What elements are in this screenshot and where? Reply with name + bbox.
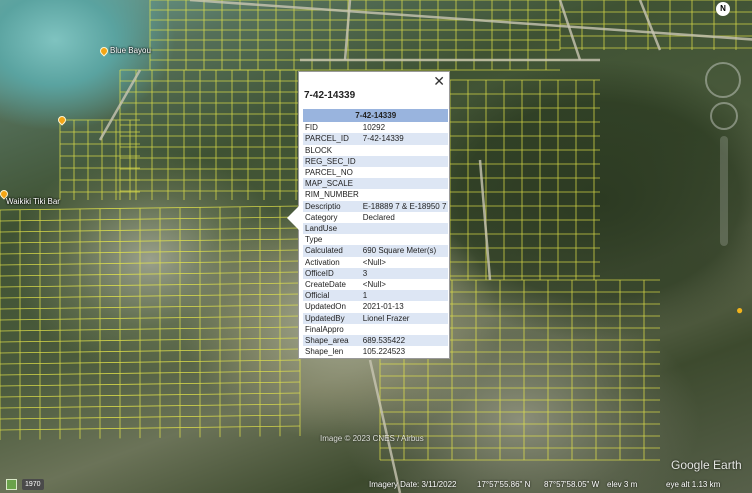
table-row: LandUse: [303, 223, 449, 235]
attribute-value: Declared: [362, 212, 395, 222]
table-row: Type: [303, 234, 448, 245]
table-row: PARCEL_ID 7-42-14339: [303, 133, 449, 145]
attribute-key: FID: [305, 123, 318, 133]
attribute-key: Descriptio: [303, 200, 361, 212]
attribute-value: <Null>: [362, 257, 386, 267]
table-row: Shape_area 689.535422: [303, 335, 449, 347]
table-row: Shape_len 105.224523: [303, 346, 448, 357]
attribute-value: [361, 145, 449, 156]
table-header-row: 7-42-14339: [303, 109, 449, 123]
attribute-value: 105.224523: [362, 347, 406, 357]
attribute-key: FinalAppro: [305, 324, 344, 334]
year-badge[interactable]: 1970: [22, 479, 44, 490]
table-row: MAP_SCALE: [303, 178, 449, 190]
attribute-key: Type: [305, 235, 323, 245]
close-icon[interactable]: ✕: [433, 73, 445, 90]
table-row: BLOCK: [303, 145, 448, 156]
table-row: PARCEL_NO: [303, 167, 448, 178]
attribute-key: Category: [305, 212, 338, 222]
imagery-date: Imagery Date: 3/11/2022: [369, 480, 457, 489]
table-row: CreateDate <Null>: [303, 279, 448, 290]
attribute-key: PARCEL_ID: [303, 133, 361, 145]
attribute-value: [361, 324, 449, 335]
attribute-key: LandUse: [303, 223, 361, 235]
imagery-credit: Image © 2023 CNES / Airbus: [320, 434, 424, 443]
attribute-value: 1: [360, 290, 449, 302]
attribute-value: [360, 155, 449, 168]
table-row: Calculated 690 Square Meter(s): [303, 245, 449, 257]
latitude-readout: 17°57'55.86" N: [477, 480, 531, 489]
compass-north-icon[interactable]: N: [716, 2, 730, 16]
attribute-value: E-18889 7 & E-18950 7: [360, 200, 449, 212]
attribute-key: UpdatedBy: [303, 312, 361, 324]
popup-title: 7-42-14339: [304, 90, 356, 101]
attribute-key: Shape_area: [303, 335, 361, 347]
table-row: OfficeID 3: [303, 267, 449, 280]
attribute-key: Shape_len: [305, 347, 344, 357]
attribute-value: [361, 234, 449, 245]
attribute-key: Calculated: [303, 245, 361, 257]
poi-label-wrap: Waikiki Tiki Bar: [6, 197, 60, 206]
attribute-key: BLOCK: [305, 145, 333, 155]
poi-marker-unnamed[interactable]: [56, 114, 68, 126]
attribute-key: Official: [303, 290, 361, 302]
table-row: RIM_NUMBER: [303, 189, 448, 200]
table-header: 7-42-14339: [303, 109, 449, 123]
pan-control-icon[interactable]: [710, 102, 738, 130]
longitude-readout: 87°57'58.05" W: [544, 480, 600, 489]
attribute-value: Lionel Frazer: [360, 312, 449, 324]
location-pin-icon: [56, 114, 68, 126]
attribute-value: [360, 178, 449, 190]
attribute-key: REG_SEC_ID: [303, 155, 361, 168]
attribute-key: MAP_SCALE: [303, 178, 361, 190]
historical-imagery-icon[interactable]: [6, 479, 17, 490]
attribute-key: UpdatedOn: [305, 302, 346, 312]
table-row: Category Declared: [303, 212, 448, 223]
table-row: FinalAppro: [303, 324, 448, 335]
attribute-key: PARCEL_NO: [305, 168, 353, 178]
attribute-key: OfficeID: [303, 267, 361, 280]
location-pin-icon: [98, 44, 110, 57]
attribute-value: 690 Square Meter(s): [360, 245, 449, 257]
table-row: Descriptio E-18889 7 & E-18950 7: [303, 200, 449, 212]
table-row: Official 1: [303, 290, 449, 302]
table-row: Activation <Null>: [303, 257, 448, 268]
poi-marker-blue-bayou[interactable]: Blue Bayou: [98, 44, 151, 57]
status-bar: 1970 Imagery Date: 3/11/2022 17°57'55.86…: [0, 476, 752, 493]
attribute-value: 689.535422: [360, 335, 449, 347]
elevation-readout: elev 3 m: [607, 480, 638, 489]
attribute-value: [360, 223, 449, 235]
attribute-value: 2021-01-13: [362, 302, 404, 312]
attribute-value: <Null>: [362, 280, 386, 290]
zoom-slider[interactable]: [720, 136, 728, 246]
google-earth-logo: Google Earth: [671, 458, 742, 472]
attribute-value: 10292: [362, 123, 386, 133]
street-view-pegman-icon[interactable]: ●: [736, 303, 748, 317]
attribute-key: Activation: [305, 257, 340, 267]
attribute-value: [361, 167, 449, 178]
attribute-value: 7-42-14339: [360, 133, 449, 145]
table-row: REG_SEC_ID: [303, 155, 449, 168]
eye-altitude-readout: eye alt 1.13 km: [666, 480, 721, 489]
poi-label: Waikiki Tiki Bar: [6, 197, 60, 206]
poi-label: Blue Bayou: [110, 46, 151, 55]
table-row: FID 10292: [303, 122, 448, 133]
attribute-key: RIM_NUMBER: [305, 190, 359, 200]
table-row: UpdatedBy Lionel Frazer: [303, 312, 449, 324]
attribute-table: 7-42-14339 FID 10292 PARCEL_ID 7-42-14339 BL…: [303, 109, 449, 357]
attribute-value: 3: [360, 267, 449, 280]
look-around-icon[interactable]: [705, 62, 741, 98]
table-row: UpdatedOn 2021-01-13: [303, 301, 448, 312]
feature-info-popup: ✕ 7-42-14339 7-42-14339 FID 10292 PARCEL_I…: [287, 71, 450, 359]
attribute-value: [361, 189, 449, 200]
attribute-key: CreateDate: [305, 280, 346, 290]
